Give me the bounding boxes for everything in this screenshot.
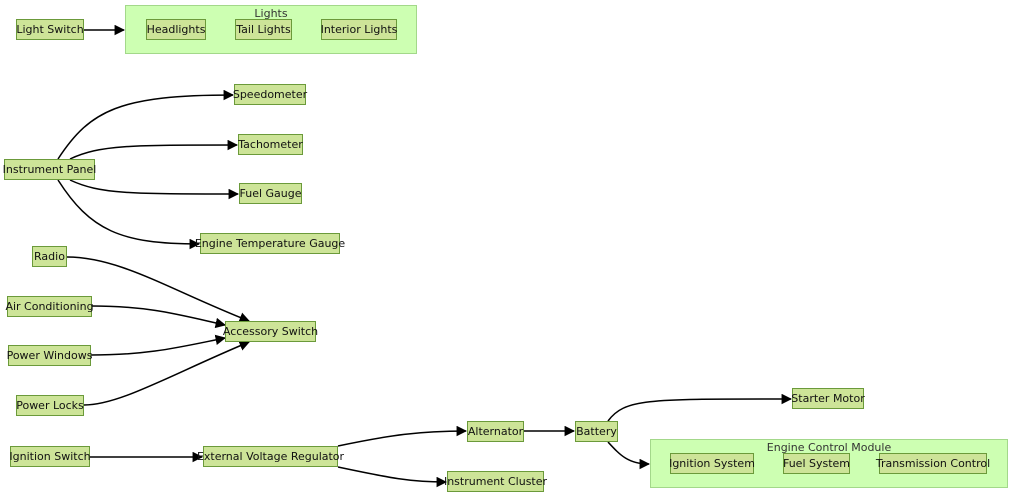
node-fuel-system[interactable]: Fuel System	[783, 453, 850, 474]
edge-instrument-panel-tachometer	[69, 139, 239, 160]
node-battery[interactable]: Battery	[575, 421, 618, 442]
node-headlights[interactable]: Headlights	[146, 19, 206, 40]
node-speedometer[interactable]: Speedometer	[233, 84, 307, 105]
edge-locks-accessory	[83, 340, 250, 406]
node-instrument-panel[interactable]: Instrument Panel	[3, 159, 96, 180]
node-ignition-system[interactable]: Ignition System	[669, 453, 755, 474]
edge-instrument-panel-speedometer	[57, 89, 235, 160]
node-power-locks[interactable]: Power Locks	[16, 395, 84, 416]
node-radio[interactable]: Radio	[32, 246, 67, 267]
edge-battery-starter	[607, 393, 793, 422]
node-interior-lights[interactable]: Interior Lights	[321, 19, 397, 40]
node-air-conditioning[interactable]: Air Conditioning	[5, 296, 94, 317]
node-alternator[interactable]: Alternator	[467, 421, 524, 442]
edge-windows-accessory	[90, 334, 227, 356]
node-power-windows[interactable]: Power Windows	[7, 345, 92, 366]
edge-instrument-panel-fuel-gauge	[69, 179, 240, 200]
edge-instrument-panel-engine-temp	[57, 179, 201, 250]
node-starter-motor[interactable]: Starter Motor	[791, 388, 865, 409]
node-instrument-cluster[interactable]: Instrument Cluster	[444, 471, 547, 492]
flowchart-canvas: Lights Engine Control Module Light Switc…	[0, 0, 1024, 503]
edge-evr-alternator	[337, 425, 468, 447]
node-tachometer[interactable]: Tachometer	[238, 134, 303, 155]
node-external-voltage-regulator[interactable]: External Voltage Regulator	[197, 446, 344, 467]
edge-ac-accessory	[91, 305, 227, 329]
node-ignition-switch[interactable]: Ignition Switch	[9, 446, 91, 467]
edge-evr-instrument-cluster	[337, 466, 448, 488]
node-light-switch[interactable]: Light Switch	[16, 19, 84, 40]
node-engine-temperature-gauge[interactable]: Engine Temperature Gauge	[195, 233, 345, 254]
node-fuel-gauge[interactable]: Fuel Gauge	[239, 183, 302, 204]
edge-battery-ecm	[607, 441, 651, 470]
node-tail-lights[interactable]: Tail Lights	[235, 19, 292, 40]
node-transmission-control[interactable]: Transmission Control	[876, 453, 990, 474]
node-accessory-switch[interactable]: Accessory Switch	[223, 321, 318, 342]
